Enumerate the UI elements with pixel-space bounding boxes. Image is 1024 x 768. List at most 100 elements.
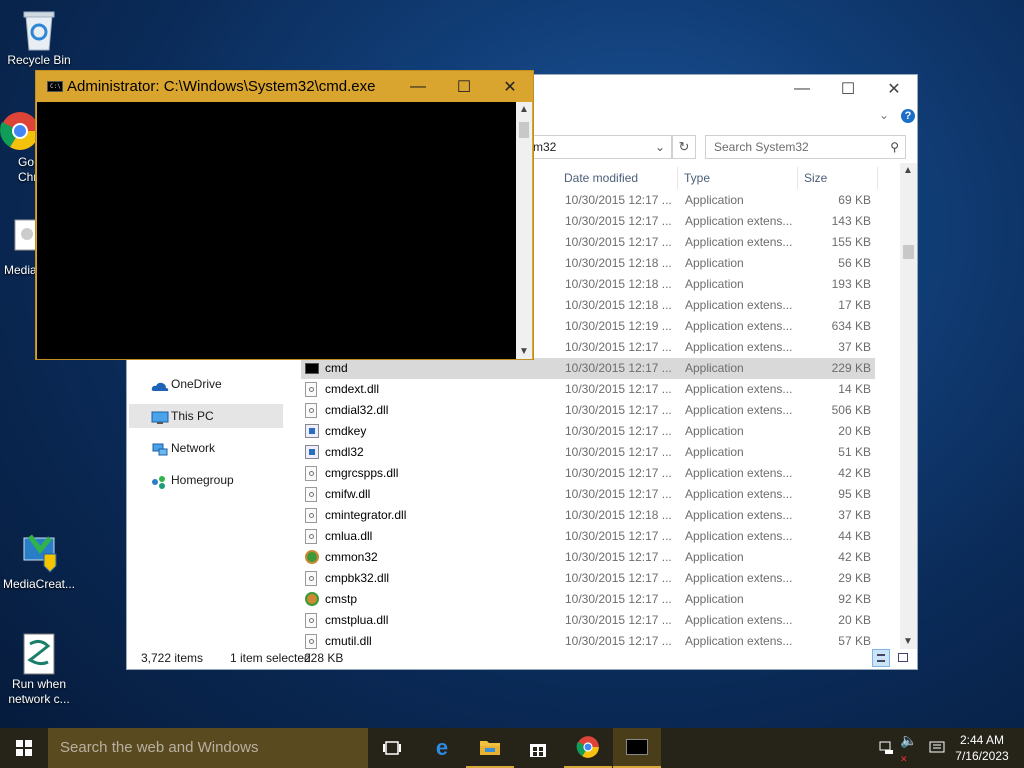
file-row[interactable]: cmlua.dll 10/30/2015 12:17 ... Application…: [301, 526, 875, 547]
chrome-icon: [576, 736, 599, 758]
file-size: 42 KB: [838, 550, 871, 564]
file-date: 10/30/2015 12:17 ...: [565, 571, 672, 585]
scroll-down-icon[interactable]: ▼: [519, 346, 529, 357]
close-icon: ✕: [503, 79, 517, 96]
column-header-date[interactable]: Date modified: [558, 167, 678, 189]
large-icons-view-icon: [898, 653, 908, 662]
large-icons-view-button[interactable]: [895, 650, 911, 666]
refresh-button[interactable]: ↻: [672, 135, 696, 159]
taskbar-store[interactable]: [514, 728, 562, 768]
file-type: Application extens...: [685, 214, 793, 228]
chevron-down-icon[interactable]: ⌄: [655, 136, 665, 158]
file-row[interactable]: cmstp 10/30/2015 12:17 ... Application 92 K…: [301, 589, 875, 610]
file-type: Application extens...: [685, 613, 793, 627]
cmd-minimize-button[interactable]: —: [395, 73, 441, 101]
desktop-icon-label: MediaCreat...: [2, 577, 76, 591]
file-type: Application extens...: [685, 319, 793, 333]
scrollbar-thumb[interactable]: [903, 245, 914, 259]
file-row[interactable]: cmpbk32.dll 10/30/2015 12:17 ... Applicati…: [301, 568, 875, 589]
column-header-size[interactable]: Size: [798, 167, 878, 189]
cmd-scrollbar[interactable]: ▲ ▼: [516, 102, 532, 359]
recycle-bin-icon: [18, 8, 60, 51]
file-type: Application: [685, 445, 744, 459]
cmd-icon: C:\: [47, 81, 63, 92]
vertical-scrollbar[interactable]: ▲ ▼: [900, 163, 917, 649]
file-type: Application: [685, 592, 744, 606]
column-header-type[interactable]: Type: [678, 167, 798, 189]
address-bar[interactable]: m32 ⌄: [522, 135, 672, 159]
nav-item-homegroup[interactable]: Homegroup: [129, 468, 283, 492]
network-icon: [879, 741, 893, 754]
action-center-button[interactable]: [926, 728, 948, 768]
file-row[interactable]: cmdkey 10/30/2015 12:17 ... Application 20 …: [301, 421, 875, 442]
taskbar-search-box[interactable]: Search the web and Windows: [48, 728, 368, 768]
media-creation-tool-icon: [18, 532, 60, 574]
cmd-titlebar[interactable]: C:\ Administrator: C:\Windows\System32\c…: [36, 71, 533, 102]
cmd-close-button[interactable]: ✕: [487, 73, 533, 101]
selected-count: 1 item selected: [230, 651, 311, 665]
taskbar-chrome[interactable]: [564, 728, 612, 768]
file-type: Application extens...: [685, 508, 793, 522]
file-row[interactable]: cmdext.dll 10/30/2015 12:17 ... Applicatio…: [301, 379, 875, 400]
volume-tray-button[interactable]: 🔈✕: [900, 728, 924, 768]
taskbar-edge[interactable]: e: [418, 728, 466, 768]
address-path: m32: [533, 140, 557, 154]
file-size: 506 KB: [831, 403, 871, 417]
desktop-icon-mediacreation[interactable]: MediaCreat...: [2, 532, 76, 592]
network-tray-button[interactable]: [876, 728, 898, 768]
cmd-console-area[interactable]: [37, 102, 517, 359]
file-row[interactable]: cmgrcspps.dll 10/30/2015 12:17 ... Applica…: [301, 463, 875, 484]
start-button[interactable]: [0, 728, 48, 768]
file-size: 143 KB: [831, 214, 871, 228]
file-size: 20 KB: [838, 424, 871, 438]
file-row[interactable]: cmdl32 10/30/2015 12:17 ... Application 51 …: [301, 442, 875, 463]
edge-icon: e: [435, 735, 449, 760]
taskbar-file-explorer[interactable]: [466, 728, 514, 768]
file-row[interactable]: cmdial32.dll 10/30/2015 12:17 ... Applicat…: [301, 400, 875, 421]
expand-ribbon-icon[interactable]: ⌄: [879, 108, 889, 122]
script-file-icon: [18, 632, 60, 675]
taskbar-cmd[interactable]: [613, 728, 661, 768]
desktop-icon-recycle-bin[interactable]: Recycle Bin: [2, 8, 76, 68]
scroll-up-icon[interactable]: ▲: [519, 104, 529, 115]
file-row[interactable]: cmmon32 10/30/2015 12:17 ... Application 42…: [301, 547, 875, 568]
file-name: cmlua.dll: [325, 529, 373, 543]
notifications-icon: [929, 741, 945, 753]
nav-item-label: OneDrive: [171, 377, 222, 391]
file-name: cmstp: [325, 592, 358, 606]
cmd-maximize-button[interactable]: ☐: [441, 73, 487, 101]
minimize-button[interactable]: —: [779, 75, 825, 103]
computer-icon: [151, 409, 169, 424]
file-row[interactable]: cmifw.dll 10/30/2015 12:17 ... Application…: [301, 484, 875, 505]
nav-item-network[interactable]: Network: [129, 436, 283, 460]
scrollbar-thumb[interactable]: [519, 122, 529, 138]
help-icon[interactable]: ?: [901, 109, 915, 123]
close-button[interactable]: ✕: [871, 75, 917, 103]
nav-item-onedrive[interactable]: OneDrive: [129, 372, 283, 396]
desktop-icon-label: Recycle Bin: [7, 53, 71, 67]
scroll-up-icon[interactable]: ▲: [903, 165, 913, 176]
file-name: cmdl32: [325, 445, 364, 459]
task-view-button[interactable]: [368, 728, 416, 768]
scroll-down-icon[interactable]: ▼: [903, 636, 913, 647]
file-size: 229 KB: [831, 361, 871, 375]
file-date: 10/30/2015 12:19 ...: [565, 319, 672, 333]
file-type: Application: [685, 193, 744, 207]
item-count: 3,722 items: [141, 651, 204, 665]
maximize-button[interactable]: ☐: [825, 75, 871, 103]
file-row[interactable]: cmintegrator.dll 10/30/2015 12:18 ... Appl…: [301, 505, 875, 526]
file-icon: [305, 592, 319, 607]
nav-item-this-pc[interactable]: This PC: [129, 404, 283, 428]
file-row[interactable]: cmd 10/30/2015 12:17 ... Application 229 KB: [301, 358, 875, 379]
details-view-button[interactable]: [872, 649, 890, 667]
desktop-icon-run-when-network[interactable]: Run when network c...: [2, 632, 76, 707]
file-size: 193 KB: [831, 277, 871, 291]
nav-item-label: Homegroup: [171, 473, 234, 487]
taskbar-clock[interactable]: 2:44 AM 7/16/2023: [950, 732, 1014, 764]
file-date: 10/30/2015 12:18 ...: [565, 508, 672, 522]
file-row[interactable]: cmstplua.dll 10/30/2015 12:17 ... Applicat…: [301, 610, 875, 631]
task-view-icon: [383, 741, 401, 755]
file-name: cmintegrator.dll: [325, 508, 407, 522]
file-size: 42 KB: [838, 466, 871, 480]
search-input[interactable]: Search System32 ⚲: [705, 135, 906, 159]
